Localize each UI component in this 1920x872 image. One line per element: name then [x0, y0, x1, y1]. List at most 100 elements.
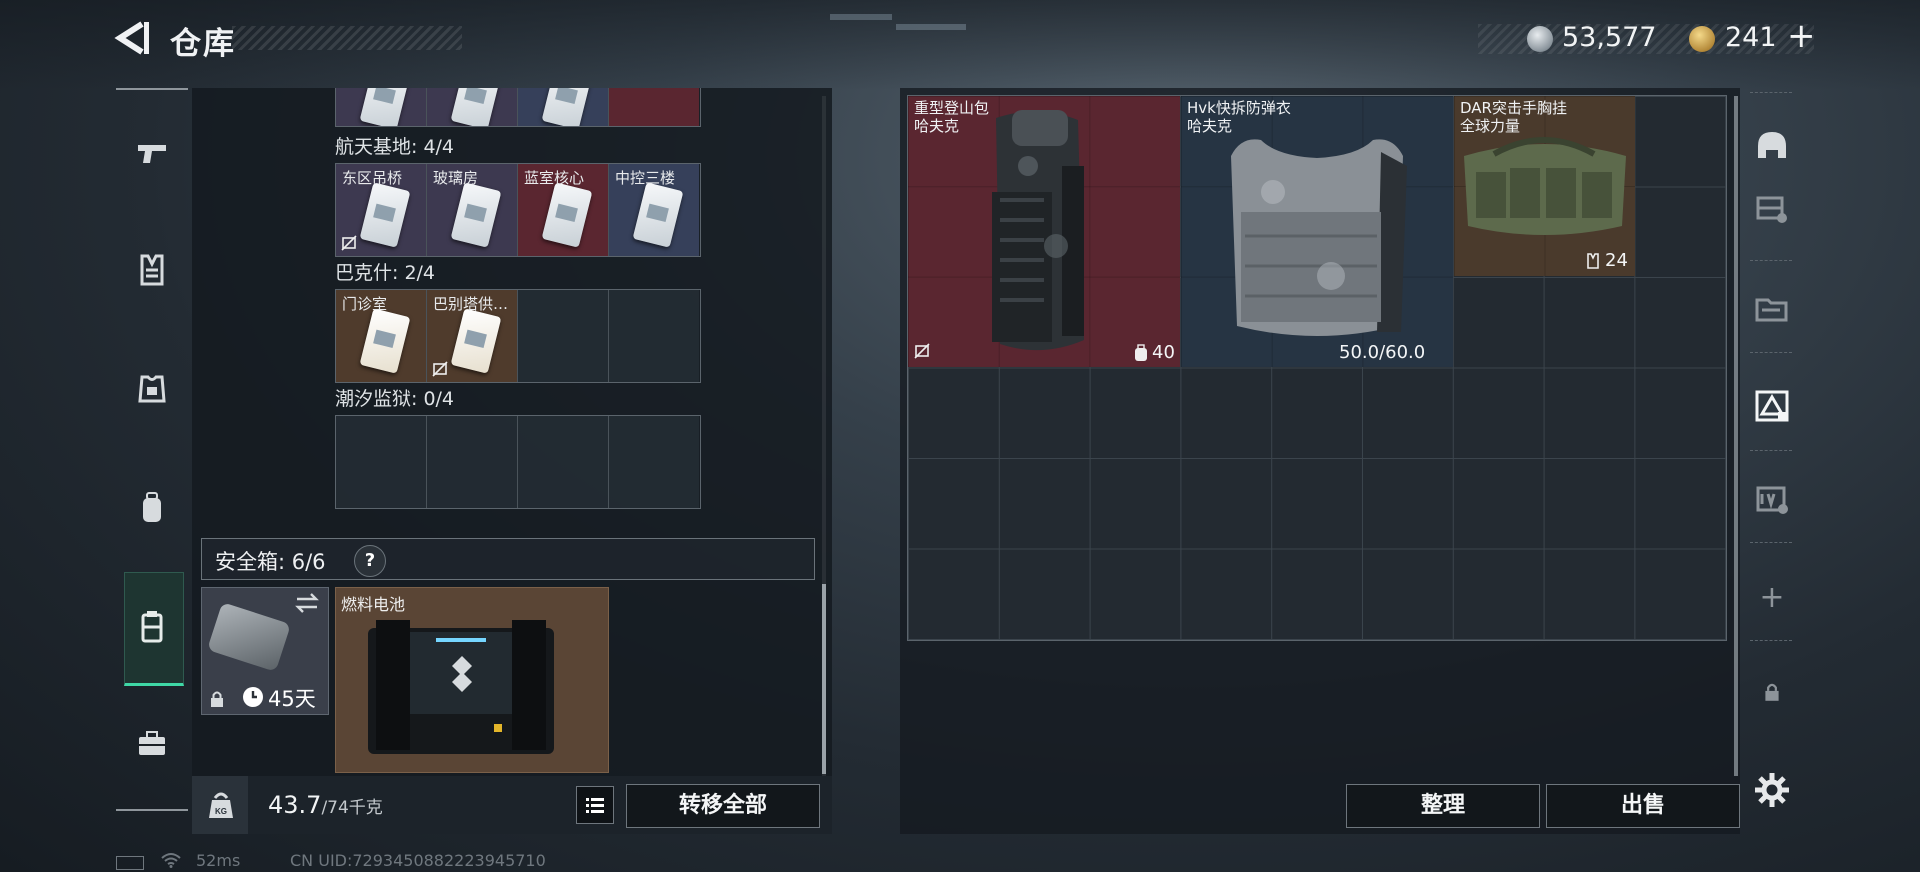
- keycard-slot-empty[interactable]: [518, 416, 609, 508]
- keycard-name: 巴别塔供…: [433, 295, 509, 313]
- safebox-label: 安全箱: 6/6: [215, 550, 326, 574]
- storage-warning-icon: [1755, 390, 1789, 422]
- keycard-name: 东区吊桥: [342, 169, 403, 187]
- right-tab-storage-2[interactable]: [1748, 282, 1796, 334]
- sidebar-item-weapons[interactable]: [116, 121, 188, 185]
- no-trade-icon: [432, 361, 448, 377]
- right-tab-storage-4[interactable]: [1748, 472, 1796, 524]
- helmet-icon: [1758, 132, 1786, 158]
- keycard-slot-empty[interactable]: [336, 416, 427, 508]
- backpack-icon: [143, 492, 161, 522]
- keycard-name: 玻璃房: [433, 169, 479, 187]
- sort-button[interactable]: 整理: [1346, 784, 1540, 828]
- title-decoration: [232, 26, 462, 50]
- storage-rack-icon: [1756, 196, 1787, 223]
- keycard-slot[interactable]: 中控三楼: [609, 164, 699, 256]
- right-sidebar-divider: [1750, 92, 1792, 93]
- sidebar-item-armor[interactable]: [116, 357, 188, 421]
- keycard-slot[interactable]: [609, 88, 699, 126]
- chest-rig-icon: [140, 254, 164, 286]
- weight-current: 43.7: [268, 791, 322, 819]
- sell-button[interactable]: 出售: [1546, 784, 1740, 828]
- right-tab-storage-3-active[interactable]: [1748, 378, 1796, 434]
- swap-icon[interactable]: [294, 592, 320, 614]
- ping-readout: 52ms: [196, 851, 241, 870]
- keycard-slot[interactable]: [427, 88, 518, 126]
- keycard-row-partial: [335, 88, 701, 127]
- clock-icon: [243, 687, 263, 707]
- gold-coin-icon: [1689, 26, 1715, 52]
- right-sidebar-divider: [1750, 640, 1792, 641]
- keycard-grid-tidal-prison: [335, 415, 701, 509]
- armor-vest-image: [1231, 139, 1407, 336]
- transfer-all-button[interactable]: 转移全部: [626, 784, 820, 828]
- keycard-grid-bakesh: 门诊室 巴别塔供…: [335, 289, 701, 383]
- safebox-days-left: 45天: [268, 687, 316, 711]
- page-title: 仓库: [170, 26, 236, 62]
- silver-coin-icon: [1527, 26, 1553, 52]
- user-uid: CN UID:7293450882223945710: [290, 851, 546, 870]
- keycard-slot[interactable]: 蓝室核心: [518, 164, 609, 256]
- chest-rig-item[interactable]: DAR突击手胸挂 全球力量 24: [1454, 96, 1635, 276]
- right-scrollbar[interactable]: [1734, 96, 1738, 776]
- sidebar-item-rig[interactable]: [116, 238, 188, 302]
- chest-rig-capacity-icon: [1587, 253, 1599, 269]
- keycard-slot[interactable]: 巴别塔供…: [427, 290, 518, 382]
- keycard-slot[interactable]: 玻璃房: [427, 164, 518, 256]
- keycard-slot-empty[interactable]: [427, 416, 518, 508]
- weight-max: /74千克: [321, 798, 383, 818]
- keycard-slot-empty[interactable]: [609, 290, 699, 382]
- keycard-name: 中控三楼: [615, 169, 676, 187]
- keycard-slot[interactable]: 门诊室: [336, 290, 427, 382]
- safebox-help-button[interactable]: ?: [354, 545, 386, 577]
- keycard-image: [359, 308, 411, 374]
- keycard-image: [359, 88, 411, 126]
- add-currency-button[interactable]: +: [1787, 16, 1816, 56]
- keycard-name: 蓝室核心: [524, 169, 585, 187]
- right-tab-storage-1[interactable]: [1748, 182, 1796, 234]
- sidebar-bottom-line: [116, 809, 188, 811]
- right-tab-helmet[interactable]: [1748, 120, 1796, 172]
- armor-vest-item[interactable]: Hvk快拆防弹衣 哈夫克 50.0/60.0: [1181, 96, 1453, 367]
- keycard-image: [450, 88, 502, 126]
- right-tab-locked[interactable]: [1748, 672, 1796, 712]
- currency-silver-amount: 53,577: [1562, 22, 1657, 53]
- right-sidebar-divider: [1750, 450, 1792, 451]
- right-tab-add-button[interactable]: +: [1748, 574, 1796, 620]
- right-sidebar-divider: [1750, 542, 1792, 543]
- keycard-slot[interactable]: [336, 88, 427, 126]
- sidebar-top-line: [116, 88, 188, 90]
- section-label-bakesh: 巴克什: 2/4: [335, 262, 436, 284]
- sidebar-item-toolbox[interactable]: [116, 711, 188, 775]
- keycard-slot[interactable]: [518, 88, 609, 126]
- kettlebell-weight-icon: KG: [209, 792, 233, 818]
- keycard-grid-aerospace: 东区吊桥 玻璃房 蓝室核心 中控三楼: [335, 163, 701, 257]
- section-label-tidal-prison: 潮汐监狱: 0/4: [335, 388, 455, 410]
- keycard-slot-empty[interactable]: [518, 290, 609, 382]
- sidebar-item-safebox[interactable]: [116, 595, 188, 659]
- settings-gear-icon[interactable]: [1752, 770, 1792, 810]
- pistol-icon: [138, 145, 166, 163]
- no-trade-icon: [341, 235, 357, 251]
- safebox-icon: [141, 611, 163, 643]
- currency-gold-amount: 241: [1725, 22, 1777, 53]
- toolbox-icon: [139, 731, 165, 755]
- keycard-image: [541, 182, 593, 248]
- list-view-button[interactable]: [576, 786, 614, 824]
- backpack-item[interactable]: 重型登山包 哈夫克 40: [908, 96, 1180, 367]
- keycard-image: [450, 182, 502, 248]
- back-arrow-icon: [114, 21, 149, 55]
- fuel-cell-image: [368, 620, 554, 754]
- chest-rig-capacity: 24: [1605, 250, 1628, 271]
- right-sidebar-divider: [1750, 260, 1792, 261]
- back-button[interactable]: [112, 18, 150, 58]
- right-sidebar-divider: [1750, 352, 1792, 353]
- lock-icon: [211, 691, 223, 707]
- section-label-aerospace: 航天基地: 4/4: [335, 136, 455, 158]
- folder-storage-icon: [1755, 298, 1788, 322]
- keycard-image: [541, 88, 593, 126]
- keycard-slot[interactable]: 东区吊桥: [336, 164, 427, 256]
- sidebar-item-backpack[interactable]: [116, 476, 188, 540]
- left-scrollbar-thumb[interactable]: [822, 584, 826, 774]
- keycard-slot-empty[interactable]: [609, 416, 699, 508]
